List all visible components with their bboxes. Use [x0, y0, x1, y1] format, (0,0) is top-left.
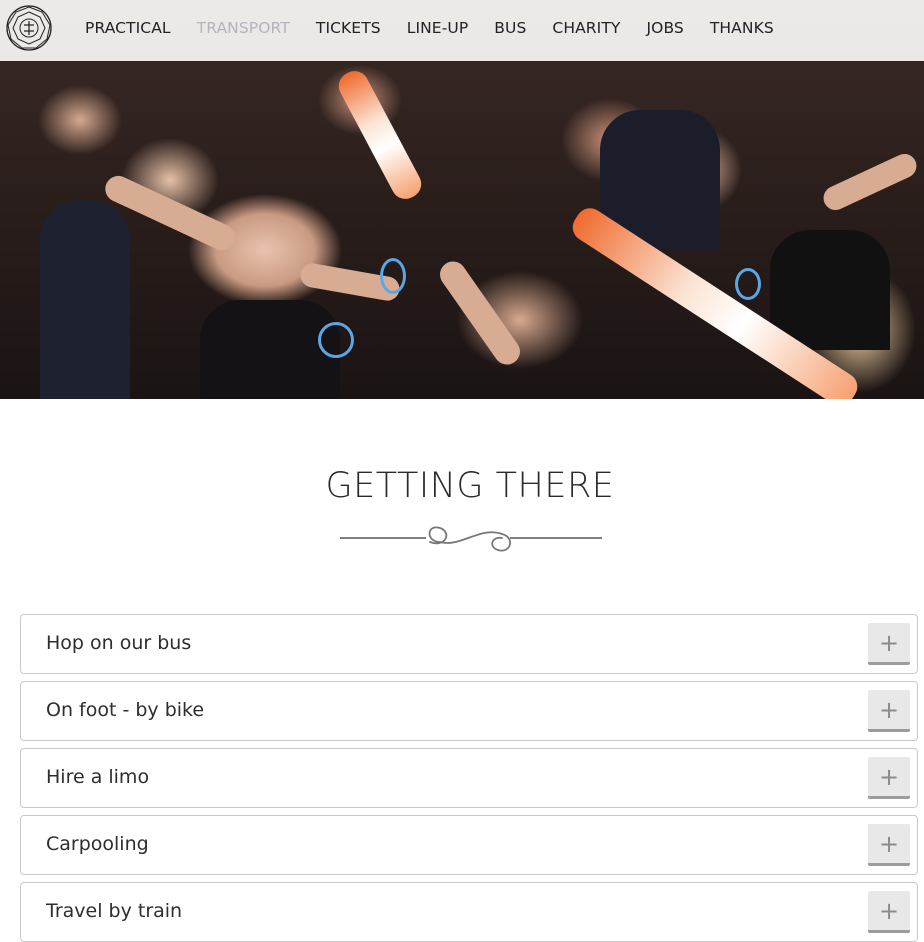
section-title: GETTING THERE	[325, 466, 615, 506]
nav-item-thanks[interactable]: THANKS	[710, 19, 774, 37]
nav-item-tickets[interactable]: TICKETS	[316, 19, 381, 37]
crest-logo-icon[interactable]	[4, 3, 54, 53]
nav-item-jobs[interactable]: JOBS	[646, 19, 683, 37]
nav-item-practical[interactable]: PRACTICAL	[85, 19, 171, 37]
nav-item-charity[interactable]: CHARITY	[552, 19, 620, 37]
accordion-item-limo[interactable]: Hire a limo +	[20, 748, 918, 808]
accordion-item-bus[interactable]: Hop on our bus +	[20, 614, 918, 674]
accordion-item-foot-bike[interactable]: On foot - by bike +	[20, 681, 918, 741]
accordion-item-label: Carpooling	[46, 833, 149, 855]
nav-item-line-up[interactable]: LINE-UP	[407, 19, 469, 37]
plus-icon[interactable]: +	[868, 757, 910, 799]
accordion-item-label: Hop on our bus	[46, 632, 192, 654]
accordion-item-train[interactable]: Travel by train +	[20, 882, 918, 942]
plus-icon[interactable]: +	[868, 623, 910, 665]
accordion-item-label: On foot - by bike	[46, 699, 205, 721]
nav-item-bus[interactable]: BUS	[494, 19, 526, 37]
accordion-item-label: Travel by train	[46, 900, 183, 922]
main-menu: PRACTICAL TRANSPORT TICKETS LINE-UP BUS …	[85, 0, 800, 55]
plus-icon[interactable]: +	[868, 891, 910, 933]
nav-item-transport[interactable]: TRANSPORT	[197, 19, 290, 37]
accordion-item-label: Hire a limo	[46, 766, 150, 788]
flourish-divider-icon	[340, 522, 602, 554]
plus-icon[interactable]: +	[868, 690, 910, 732]
top-navigation-bar: PRACTICAL TRANSPORT TICKETS LINE-UP BUS …	[0, 0, 924, 61]
plus-icon[interactable]: +	[868, 824, 910, 866]
accordion-item-carpooling[interactable]: Carpooling +	[20, 815, 918, 875]
